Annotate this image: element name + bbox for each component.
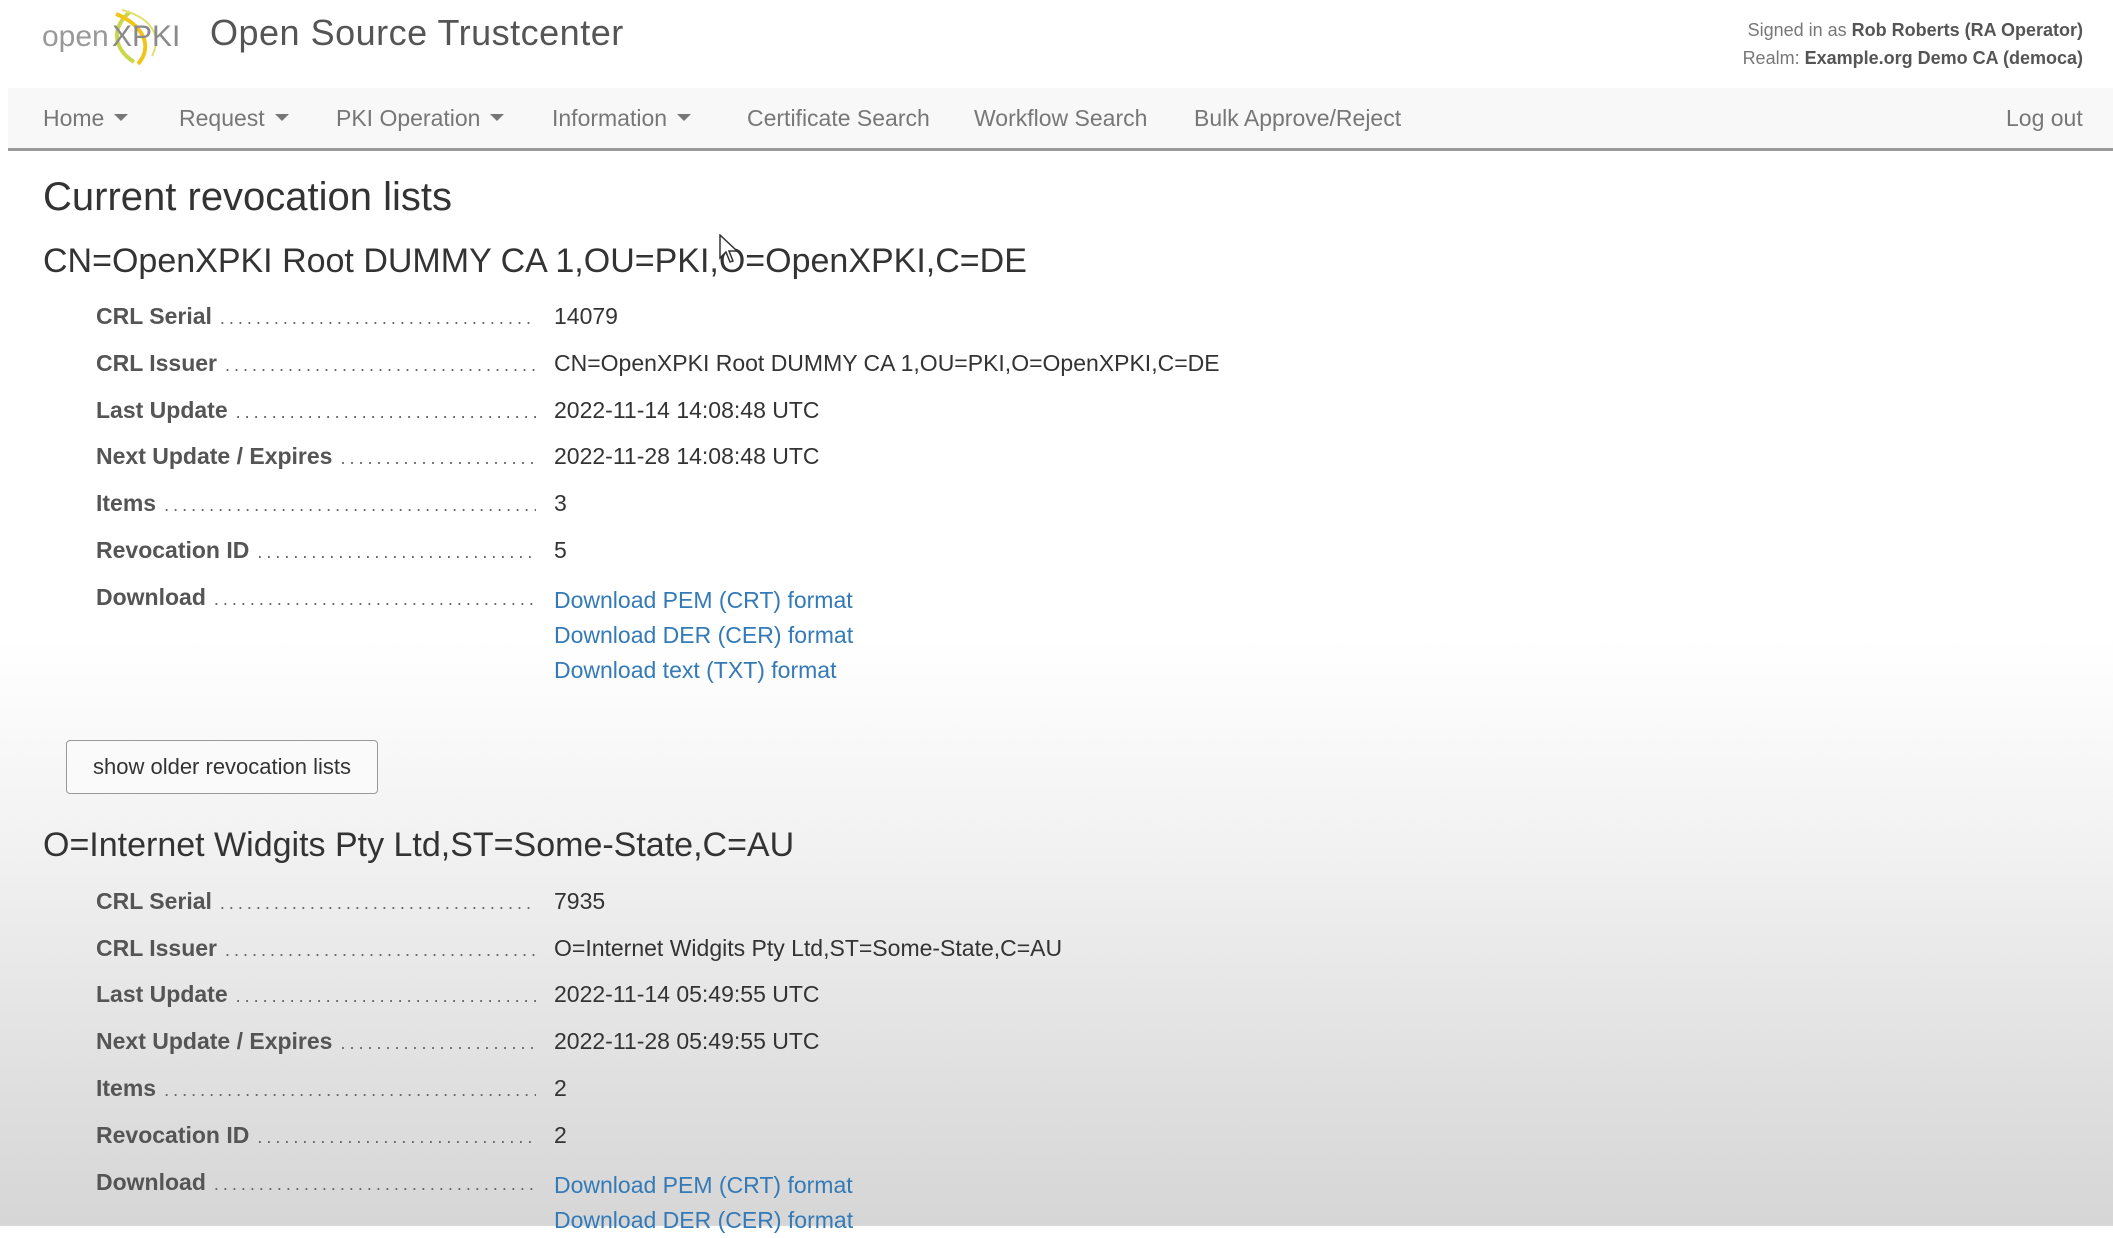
- last-update-value: 2022-11-14 05:49:55 UTC: [554, 981, 820, 1007]
- mouse-pointer-icon: [719, 234, 739, 263]
- download-pem-link[interactable]: Download PEM (CRT) format: [554, 1168, 853, 1203]
- nav-bulk-approve-reject[interactable]: Bulk Approve/Reject: [1194, 105, 1401, 132]
- revocation-id-value: 2: [554, 1122, 567, 1148]
- nav-request[interactable]: Request: [179, 105, 289, 132]
- crl-serial-value: 14079: [554, 303, 618, 329]
- crl-issuer-value: CN=OpenXPKI Root DUMMY CA 1,OU=PKI,O=Ope…: [554, 350, 1220, 376]
- items-label: Items...................................…: [96, 490, 536, 516]
- app-header: open XPKI Open Source Trustcenter Signed…: [0, 0, 2113, 88]
- nav-information-label: Information: [552, 105, 668, 131]
- caret-down-icon: [677, 114, 692, 122]
- next-update-row: Next Update / Expires...................…: [96, 1028, 1596, 1064]
- app-title: Open Source Trustcenter: [210, 12, 624, 53]
- caret-down-icon: [114, 114, 129, 122]
- crl-serial-row: CRL Serial..............................…: [96, 303, 1596, 339]
- revocation-id-row: Revocation ID...........................…: [96, 537, 1596, 573]
- signed-in-label: Signed in as: [1747, 20, 1847, 40]
- crl-section-title: CN=OpenXPKI Root DUMMY CA 1,OU=PKI,O=Ope…: [43, 242, 1027, 280]
- crl-section-title: O=Internet Widgits Pty Ltd,ST=Some-State…: [43, 826, 795, 864]
- nav-home[interactable]: Home: [43, 105, 129, 132]
- last-update-label: Last Update.............................…: [96, 397, 536, 423]
- items-value: 2: [554, 1075, 567, 1101]
- caret-down-icon: [490, 114, 505, 122]
- items-row: Items...................................…: [96, 490, 1596, 526]
- crl-issuer-label: CRL Issuer..............................…: [96, 350, 536, 376]
- user-info: Signed in as Rob Roberts (RA Operator) R…: [1743, 16, 2083, 72]
- signed-in-line: Signed in as Rob Roberts (RA Operator): [1743, 16, 2083, 44]
- nav-pki-operation[interactable]: PKI Operation: [336, 105, 505, 132]
- next-update-label: Next Update / Expires...................…: [96, 1028, 536, 1054]
- nav-certificate-search[interactable]: Certificate Search: [747, 105, 930, 132]
- crl-issuer-label: CRL Issuer..............................…: [96, 935, 536, 961]
- download-links: Download PEM (CRT) format Download DER (…: [554, 583, 853, 688]
- signed-in-user: Rob Roberts (RA Operator): [1851, 20, 2083, 40]
- openxpki-logo[interactable]: open XPKI: [42, 6, 178, 68]
- last-update-label: Last Update.............................…: [96, 981, 536, 1007]
- crl-serial-value: 7935: [554, 888, 606, 914]
- show-older-revocation-lists-button[interactable]: show older revocation lists: [66, 740, 378, 794]
- nav-information[interactable]: Information: [552, 105, 692, 132]
- revocation-id-label: Revocation ID...........................…: [96, 537, 536, 563]
- crl-serial-label: CRL Serial..............................…: [96, 888, 536, 914]
- crl-issuer-row: CRL Issuer..............................…: [96, 350, 1596, 386]
- items-row: Items...................................…: [96, 1075, 1596, 1111]
- nav-request-label: Request: [179, 105, 265, 131]
- main-navbar: Home Request PKI Operation Information C…: [8, 88, 2113, 151]
- crl-issuer-value: O=Internet Widgits Pty Ltd,ST=Some-State…: [554, 935, 1063, 961]
- download-der-link[interactable]: Download DER (CER) format: [554, 1203, 853, 1238]
- last-update-value: 2022-11-14 14:08:48 UTC: [554, 397, 820, 423]
- next-update-value: 2022-11-28 05:49:55 UTC: [554, 1028, 820, 1054]
- items-value: 3: [554, 490, 567, 516]
- items-label: Items...................................…: [96, 1075, 536, 1101]
- nav-pki-operation-label: PKI Operation: [336, 105, 481, 131]
- realm-label: Realm:: [1742, 48, 1800, 68]
- nav-workflow-search[interactable]: Workflow Search: [974, 105, 1147, 132]
- revocation-id-row: Revocation ID...........................…: [96, 1122, 1596, 1158]
- realm-value: Example.org Demo CA (democa): [1804, 48, 2083, 68]
- nav-home-label: Home: [43, 105, 105, 131]
- revocation-id-label: Revocation ID...........................…: [96, 1122, 536, 1148]
- last-update-row: Last Update.............................…: [96, 397, 1596, 433]
- page-title: Current revocation lists: [43, 175, 453, 219]
- download-txt-link[interactable]: Download text (TXT) format: [554, 653, 853, 688]
- next-update-value: 2022-11-28 14:08:48 UTC: [554, 443, 820, 469]
- download-label: Download................................…: [96, 584, 536, 610]
- caret-down-icon: [274, 114, 289, 122]
- download-links: Download PEM (CRT) format Download DER (…: [554, 1168, 853, 1238]
- crl-issuer-row: CRL Issuer..............................…: [96, 935, 1596, 971]
- svg-text:XPKI: XPKI: [112, 20, 178, 53]
- revocation-id-value: 5: [554, 537, 567, 563]
- download-label: Download................................…: [96, 1169, 536, 1195]
- last-update-row: Last Update.............................…: [96, 981, 1596, 1017]
- realm-line: Realm: Example.org Demo CA (democa): [1743, 44, 2083, 72]
- next-update-label: Next Update / Expires...................…: [96, 443, 536, 469]
- download-der-link[interactable]: Download DER (CER) format: [554, 618, 853, 653]
- svg-text:open: open: [42, 20, 109, 53]
- download-pem-link[interactable]: Download PEM (CRT) format: [554, 583, 853, 618]
- crl-serial-label: CRL Serial..............................…: [96, 303, 536, 329]
- crl-serial-row: CRL Serial..............................…: [96, 888, 1596, 924]
- logout-link[interactable]: Log out: [2006, 105, 2083, 132]
- next-update-row: Next Update / Expires...................…: [96, 443, 1596, 479]
